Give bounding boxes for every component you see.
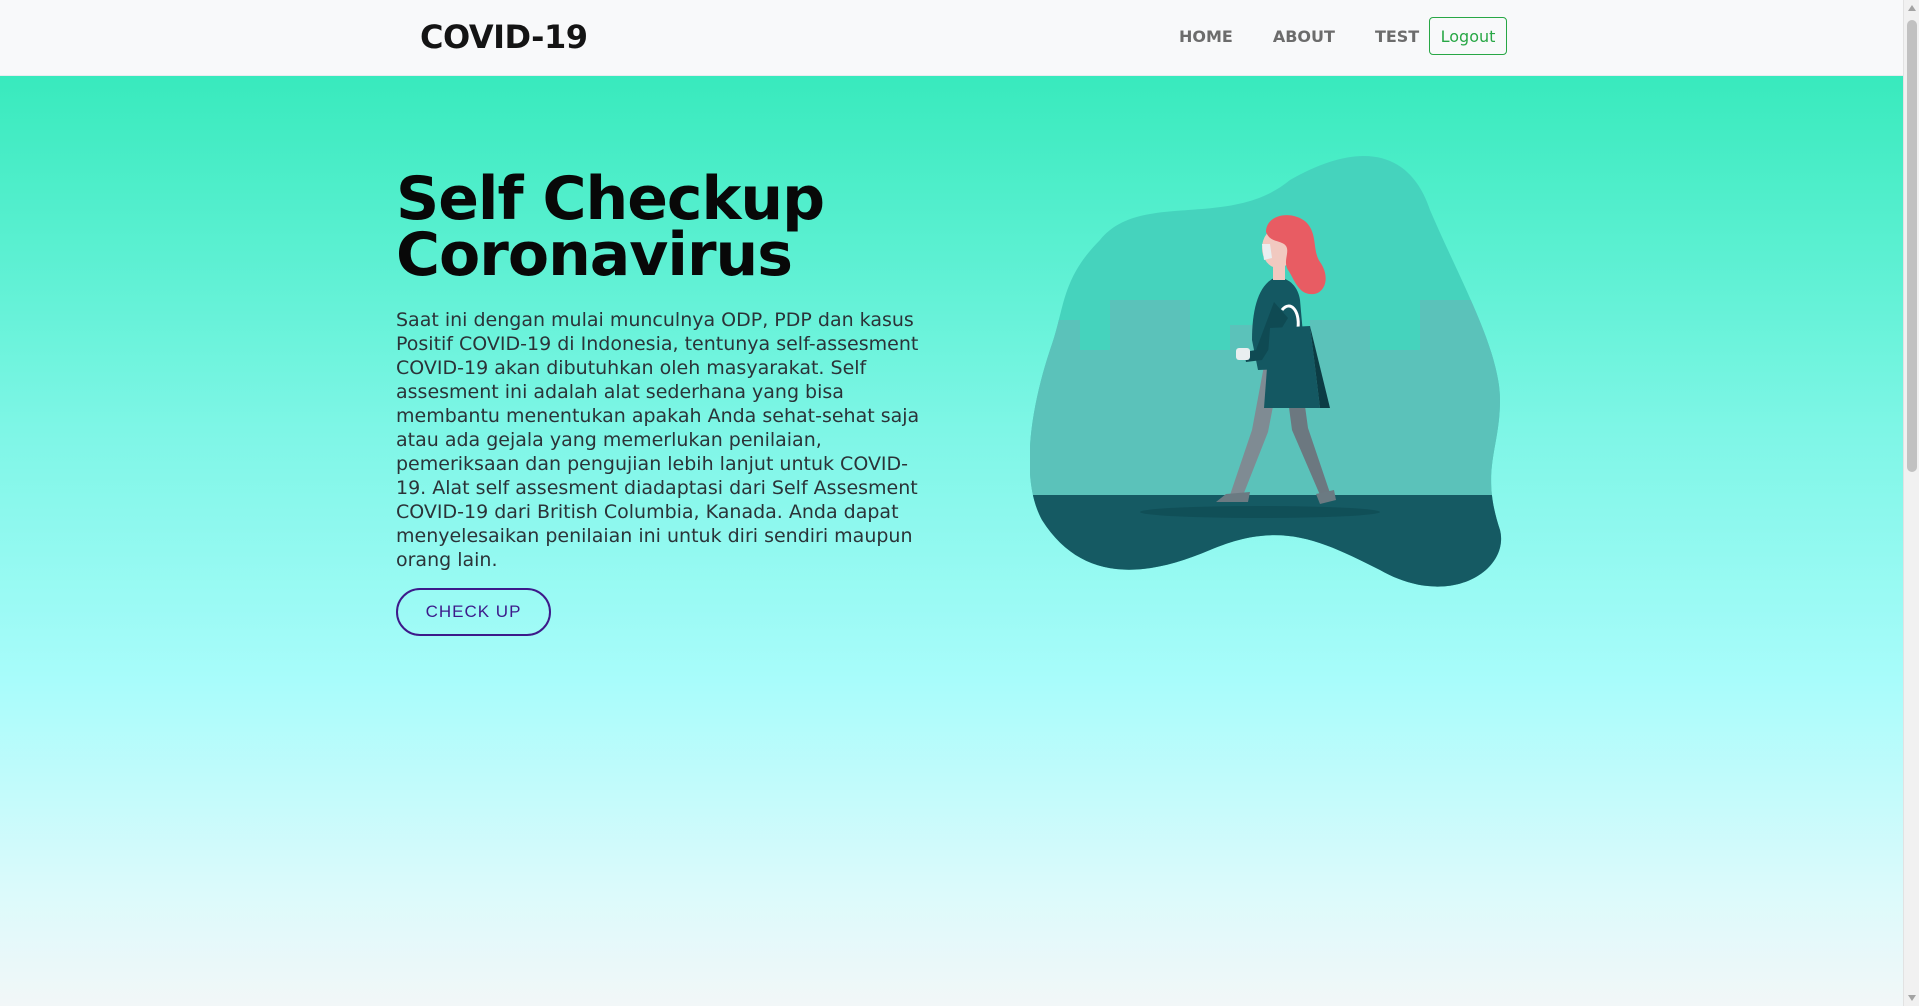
logout-button[interactable]: Logout	[1429, 17, 1507, 55]
nav-links: HOME ABOUT TEST	[1179, 27, 1459, 46]
navbar: COVID-19 HOME ABOUT TEST Logout	[0, 0, 1903, 76]
brand-logo[interactable]: COVID-19	[420, 18, 588, 56]
scroll-down-arrow-icon[interactable]	[1908, 995, 1916, 1001]
hero-section: Self Checkup Coronavirus Saat ini dengan…	[0, 76, 1903, 1006]
nav-about-link[interactable]: ABOUT	[1273, 27, 1335, 46]
scroll-up-arrow-icon[interactable]	[1908, 5, 1916, 11]
woman-walking-with-mask-illustration	[1030, 156, 1502, 587]
page-title-line2: Coronavirus	[396, 220, 793, 290]
check-up-button[interactable]: CHECK UP	[396, 588, 551, 636]
nav-test-link[interactable]: TEST	[1375, 27, 1419, 46]
nav-home-link[interactable]: HOME	[1179, 27, 1233, 46]
hero-description: Saat ini dengan mulai munculnya ODP, PDP…	[396, 309, 920, 571]
page-title: Self Checkup Coronavirus	[396, 164, 956, 290]
scrollbar-thumb[interactable]	[1907, 20, 1917, 472]
page-title-line1: Self Checkup	[396, 164, 825, 234]
vertical-scrollbar[interactable]	[1903, 0, 1919, 1006]
